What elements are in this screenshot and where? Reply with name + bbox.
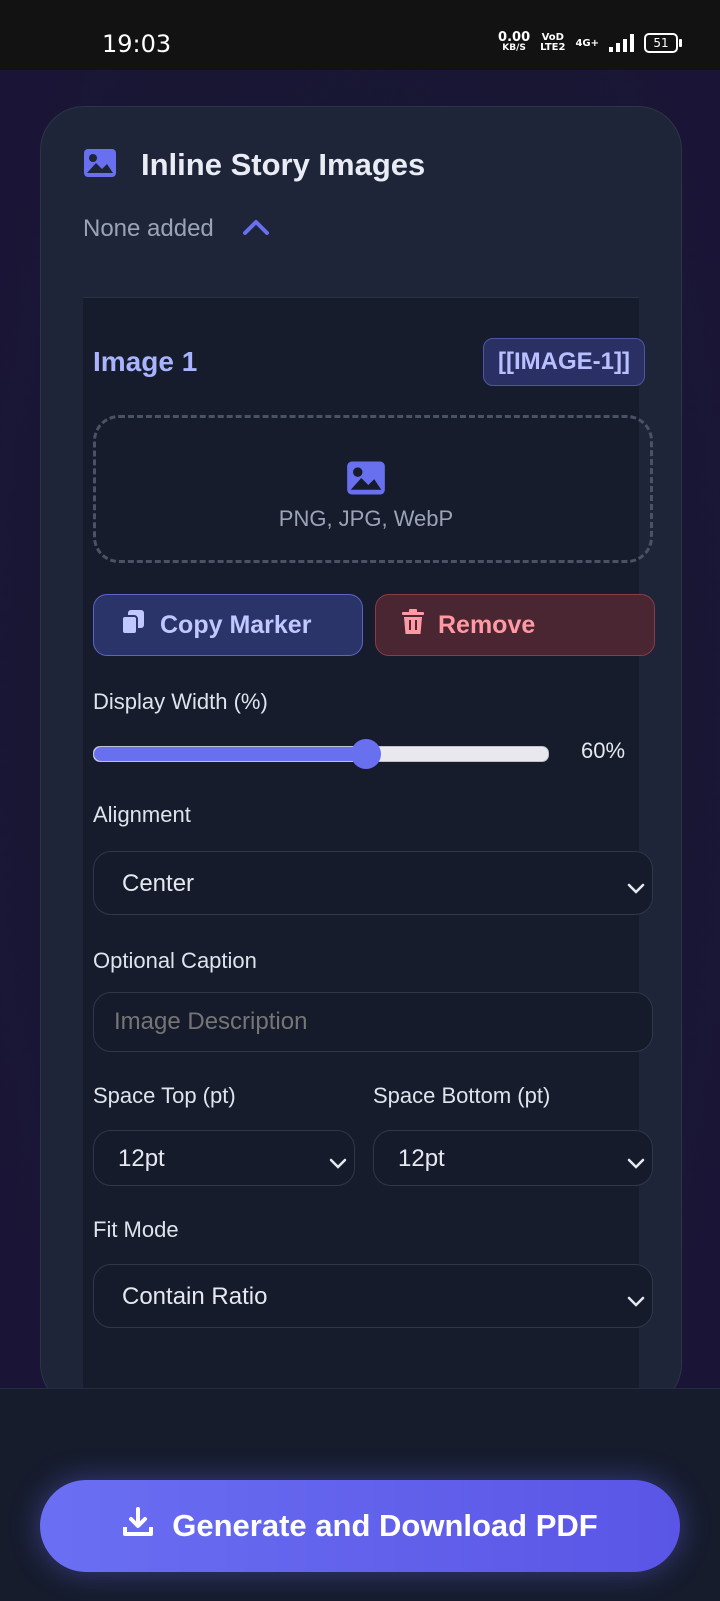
- chevron-down-icon: [626, 1287, 646, 1315]
- volte-indicator: VoD LTE2: [540, 33, 565, 53]
- download-icon: [122, 1506, 154, 1546]
- chevron-down-icon: [328, 1149, 348, 1177]
- alignment-value: Center: [122, 870, 195, 897]
- space-bottom-label: Space Bottom (pt): [373, 1083, 551, 1108]
- display-width-value: 60%: [581, 738, 626, 763]
- battery-icon: 51: [644, 33, 682, 53]
- section-header[interactable]: Inline Story Images: [83, 147, 425, 183]
- slider-thumb[interactable]: [351, 739, 382, 769]
- alignment-label: Alignment: [93, 802, 191, 827]
- image-item-title: Image 1: [93, 346, 198, 377]
- remove-image-button[interactable]: Remove: [375, 594, 655, 656]
- network-type: 4G+: [575, 37, 599, 49]
- image-item-panel: Image 1 [[IMAGE-1]] PNG, JPG, WebP Copy …: [83, 297, 655, 1407]
- space-top-select[interactable]: 12pt: [93, 1130, 355, 1186]
- status-icons: 0.00 KB/S VoD LTE2 4G+ 51: [498, 31, 682, 54]
- remove-label: Remove: [438, 610, 536, 639]
- caption-input[interactable]: [93, 992, 653, 1052]
- generate-pdf-button[interactable]: Generate and Download PDF: [40, 1480, 680, 1572]
- copy-marker-label: Copy Marker: [160, 610, 312, 639]
- dropzone-types: PNG, JPG, WebP: [278, 506, 454, 531]
- copy-icon: [120, 608, 146, 643]
- chevron-down-icon: [626, 1149, 646, 1177]
- space-bottom-select[interactable]: 12pt: [373, 1130, 653, 1186]
- chevron-down-icon: [626, 874, 646, 902]
- status-time: 19:03: [102, 30, 172, 58]
- caption-label: Optional Caption: [93, 948, 257, 973]
- space-top-label: Space Top (pt): [93, 1083, 236, 1108]
- image-dropzone[interactable]: PNG, JPG, WebP: [93, 415, 653, 563]
- net-speed-unit: KB/S: [502, 43, 526, 53]
- inline-images-card: Inline Story Images None added Image 1 […: [40, 106, 682, 1408]
- image-upload-icon: [346, 460, 386, 501]
- fit-mode-value: Contain Ratio: [122, 1283, 268, 1310]
- volte-bottom: LTE2: [540, 42, 566, 53]
- net-speed: 0.00 KB/S: [498, 31, 530, 54]
- space-bottom-value: 12pt: [398, 1145, 445, 1172]
- status-bar: 19:03 0.00 KB/S VoD LTE2 4G+ 51: [0, 0, 720, 70]
- chevron-up-icon[interactable]: [242, 215, 270, 243]
- fit-mode-select[interactable]: Contain Ratio: [93, 1264, 653, 1328]
- image-marker-badge: [[IMAGE-1]]: [483, 338, 645, 386]
- display-width-label: Display Width (%): [93, 689, 268, 714]
- trash-icon: [402, 608, 424, 642]
- signal-icon: [609, 34, 634, 52]
- section-status-row[interactable]: None added: [83, 215, 270, 243]
- alignment-select[interactable]: Center: [93, 851, 653, 915]
- section-title: Inline Story Images: [141, 147, 426, 182]
- space-top-value: 12pt: [118, 1145, 165, 1172]
- fit-mode-label: Fit Mode: [93, 1217, 179, 1242]
- generate-pdf-label: Generate and Download PDF: [172, 1508, 598, 1543]
- copy-marker-button[interactable]: Copy Marker: [93, 594, 363, 656]
- display-width-slider[interactable]: [93, 739, 549, 769]
- section-status: None added: [83, 215, 214, 242]
- image-icon: [83, 148, 117, 183]
- slider-fill: [94, 747, 367, 761]
